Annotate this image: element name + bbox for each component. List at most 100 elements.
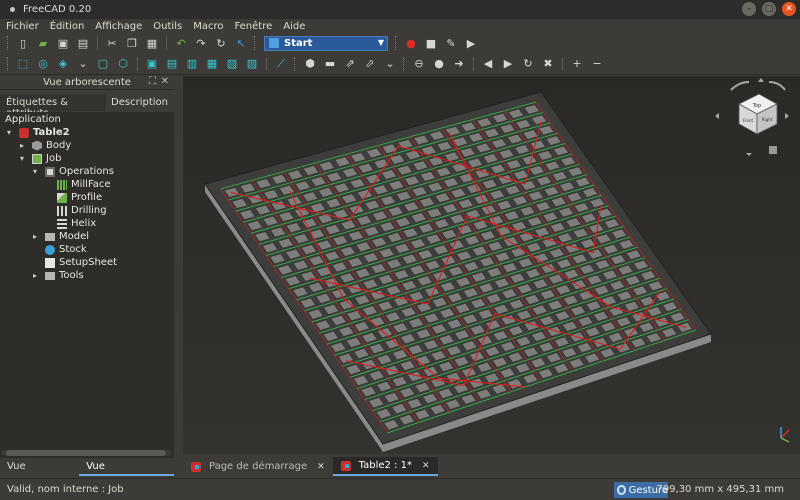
whats-this-icon[interactable]: ↖ [233,35,249,51]
nav-forward-icon[interactable]: ▶ [500,56,516,72]
measure-distance-icon[interactable]: ⟋ [273,56,289,72]
tree-item-profile[interactable]: Profile [57,191,102,204]
refresh-icon[interactable]: ↻ [213,35,229,51]
horizontal-scrollbar[interactable] [2,450,172,456]
tab-vue-arborescente[interactable]: Vue arborescente [79,458,174,490]
menu-edition[interactable]: Édition [50,21,85,32]
front-view-icon[interactable]: ▣ [144,56,160,72]
fit-selection-icon[interactable]: ◎ [35,56,51,72]
bottom-view-icon[interactable]: ▧ [224,56,240,72]
new-file-icon[interactable]: ▯ [15,35,31,51]
setupsheet-icon [45,257,55,268]
left-view-icon[interactable]: ▨ [244,56,260,72]
web-home-icon[interactable]: ● [431,56,447,72]
tree-item-model[interactable]: ▸ Model [33,230,89,243]
tree-item-millface[interactable]: MillFace [57,178,111,191]
tree-item-tools[interactable]: ▸ Tools [33,269,84,282]
copy-icon[interactable]: ❐ [124,35,140,51]
tree-item-operations[interactable]: ▾ Operations [33,165,114,178]
chevron-down-icon[interactable]: ⌄ [75,56,91,72]
rear-view-icon[interactable]: ▦ [204,56,220,72]
record-macro-icon[interactable]: ● [403,35,419,51]
redo-icon[interactable]: ↷ [193,35,209,51]
tree-view[interactable]: Application ▾ Table2 ▸ Body ▾ Job ▾ Oper… [0,112,174,458]
3d-scene[interactable]: Top Front Right [183,76,800,454]
tree-item-label: Model [59,231,90,242]
toolbar-grip[interactable] [7,56,10,71]
menu-fenetre[interactable]: Fenêtre [234,21,272,32]
maximize-button[interactable]: □ [762,2,776,16]
zoom-in-icon[interactable]: + [569,56,585,72]
chevron-down-icon[interactable]: ⌄ [382,56,398,72]
close-panel-icon[interactable]: ✕ [161,76,169,87]
stop-icon[interactable]: ✖ [540,56,556,72]
expander-icon[interactable]: ▸ [33,271,41,280]
zoom-out-icon[interactable]: − [589,56,605,72]
toolbar-grip[interactable] [395,36,398,50]
create-part-icon[interactable]: ⬢ [302,56,318,72]
expander-icon[interactable]: ▾ [33,167,41,176]
toolbar-grip[interactable] [403,56,406,71]
column-description[interactable]: Description [104,95,174,111]
expander-icon[interactable]: ▸ [33,232,41,241]
web-back-icon[interactable]: ➜ [451,56,467,72]
create-group-icon[interactable]: ▬ [322,56,338,72]
expander-icon[interactable]: ▾ [7,128,15,137]
body-icon [32,140,42,151]
tab-start-page[interactable]: Page de démarrage ✕ [183,457,333,476]
cut-icon[interactable]: ✂ [104,35,120,51]
nav-back-icon[interactable]: ◀ [480,56,496,72]
tree-item-drilling[interactable]: Drilling [57,204,107,217]
workbench-selector[interactable]: Start ▼ [264,35,388,51]
close-tab-icon[interactable]: ✕ [317,462,325,472]
link-icon[interactable]: ⇗ [342,56,358,72]
tree-item-setupsheet[interactable]: SetupSheet [45,256,117,269]
close-tab-icon[interactable]: ✕ [422,461,430,471]
edit-macro-icon[interactable]: ✎ [443,35,459,51]
link-actions-icon[interactable]: ⬀ [362,56,378,72]
tree-item-job[interactable]: ▾ Job [20,152,61,165]
paste-icon[interactable]: ▦ [144,35,160,51]
toolbar-grip[interactable] [254,36,257,50]
menu-fichier[interactable]: Fichier [6,21,39,32]
stop-navigation-icon[interactable]: ⊖ [411,56,427,72]
folder-icon [45,271,55,280]
tab-vue-combinee[interactable]: Vue combinée [0,458,79,490]
float-panel-icon[interactable]: ⛶ [149,76,156,87]
isometric-view-icon[interactable]: ⬡ [115,56,131,72]
tree-item-body[interactable]: ▸ Body [20,139,71,152]
column-labels-attributes[interactable]: Étiquettes & attributs [0,95,105,119]
3d-viewport[interactable]: Top Front Right [183,76,800,454]
tree-item-table2[interactable]: ▾ Table2 [7,126,70,139]
bounding-box-icon[interactable]: ▢ [95,56,111,72]
close-window-button[interactable]: ✕ [782,2,796,16]
run-macro-icon[interactable]: ▶ [463,35,479,51]
save-icon[interactable]: ▣ [55,35,71,51]
tree-item-stock[interactable]: Stock [45,243,87,256]
minimize-button[interactable]: – [742,2,756,16]
tab-table2[interactable]: Table2 : 1* ✕ [332,457,438,476]
stop-macro-icon[interactable]: ■ [423,35,439,51]
open-file-icon[interactable]: ▰ [35,35,51,51]
reload-icon[interactable]: ↻ [520,56,536,72]
toolbar-grip[interactable] [294,56,297,71]
tree-item-helix[interactable]: Helix [57,217,96,230]
tree-item-application[interactable]: Application [5,113,61,126]
toolbar-grip[interactable] [7,36,10,50]
menu-macro[interactable]: Macro [193,21,223,32]
app-menu-icon[interactable] [10,7,15,12]
tree-item-label: Tools [59,270,84,281]
draw-style-icon[interactable]: ◈ [55,56,71,72]
top-view-icon[interactable]: ▤ [164,56,180,72]
undo-icon[interactable]: ↶ [173,35,189,51]
right-view-icon[interactable]: ▥ [184,56,200,72]
scrollbar-thumb[interactable] [6,450,166,456]
fit-all-icon[interactable]: ⬚ [15,56,31,72]
print-icon[interactable]: ▤ [75,35,91,51]
expander-icon[interactable]: ▸ [20,141,28,150]
expander-icon[interactable]: ▾ [20,154,28,163]
menu-outils[interactable]: Outils [153,21,182,32]
menu-aide[interactable]: Aide [283,21,305,32]
menu-affichage[interactable]: Affichage [95,21,142,32]
view-menu-cube-icon[interactable] [769,146,777,154]
